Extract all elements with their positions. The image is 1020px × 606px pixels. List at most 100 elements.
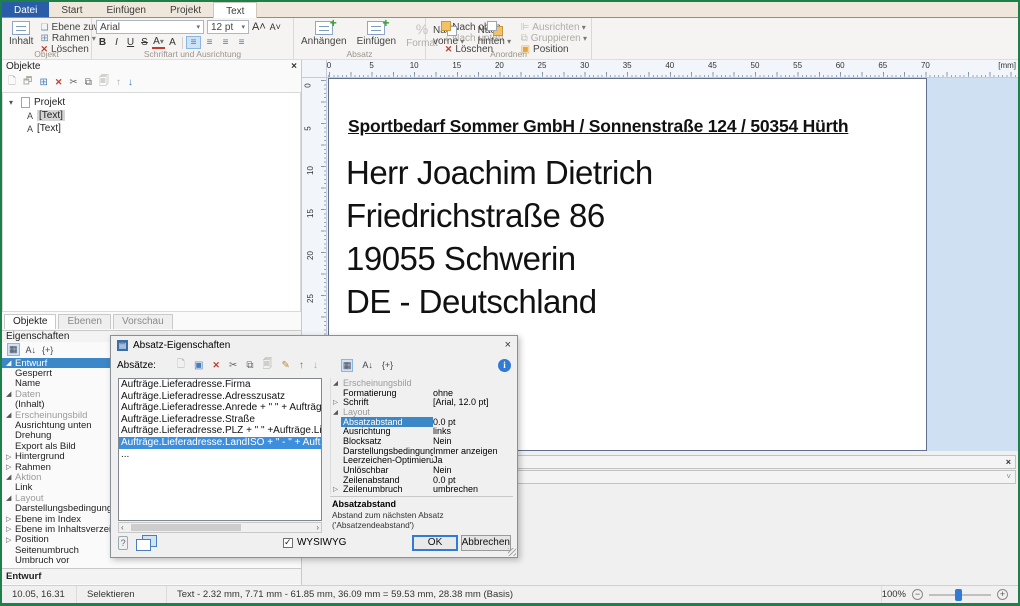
tree-item-text-1[interactable]: A [Text] [9,109,300,122]
close-icon[interactable]: × [505,339,511,351]
cancel-button[interactable]: Abbrechen [461,535,511,551]
dialog-property-row[interactable]: ◢Layout [333,407,513,417]
delete-paragraph-icon[interactable] [212,360,220,371]
format-brush-icon[interactable]: ✎ [282,360,290,371]
gruppieren-button[interactable]: Gruppieren [521,33,587,43]
cut-icon[interactable]: ✂ [229,360,237,371]
scroll-left-icon[interactable]: ‹ [121,523,124,532]
paragraph-list-item[interactable]: Aufträge.Lieferadresse.Straße [119,414,321,426]
einfuegen-absatz-button[interactable]: Einfügen [354,20,399,48]
font-family-combo[interactable]: Arial▾ [96,20,204,34]
paragraph-list-item[interactable]: Aufträge.Lieferadresse.LandISO + " - " +… [119,437,321,449]
dialog-property-row[interactable]: DarstellungsbedingungImmer anzeigen [333,446,513,456]
font-size-combo[interactable]: 12 pt▾ [207,20,249,34]
move-up-icon[interactable]: ↑ [116,77,121,88]
tree-item-text-2[interactable]: A [Text] [9,122,300,135]
caret-down-icon[interactable]: ▾ [9,98,17,107]
chevron-down-icon[interactable]: ˅ [1006,472,1011,481]
help-icon[interactable]: ? [118,536,128,550]
tab-datei[interactable]: Datei [2,2,49,17]
strikethrough-button[interactable]: S [138,36,151,49]
paragraph-list-item[interactable]: Aufträge.Lieferadresse.Firma [119,379,321,391]
paragraph-list-item[interactable]: Aufträge.Lieferadresse.Anrede + " " + Au… [119,402,321,414]
copy-icon[interactable]: ⧉ [85,77,92,88]
dialog-property-row[interactable]: UnlöschbarNein [333,465,513,475]
char-format-button[interactable]: A [166,36,179,49]
dialog-property-row[interactable]: Leerzeichen-OptimierungJa [333,456,513,466]
expand-all-icon[interactable]: {+} [42,345,53,355]
font-color-button[interactable]: A [152,37,165,49]
paste-icon[interactable]: 🗐 [99,74,109,91]
tab-einfuegen[interactable]: Einfügen [94,2,157,17]
horizontal-scrollbar[interactable]: ‹ › [118,522,322,533]
paragraph-list-item[interactable]: Aufträge.Lieferadresse.PLZ + " " +Aufträ… [119,425,321,437]
sort-az-icon[interactable]: A↓ [362,360,373,370]
dialog-property-row[interactable]: ▷Zeilenumbruchumbrechen [333,485,513,494]
align-right-button[interactable]: ≡ [218,36,233,49]
anhaengen-button[interactable]: Anhängen [298,20,350,48]
dialog-property-row[interactable]: BlocksatzNein [333,436,513,446]
tab-ebenen[interactable]: Ebenen [58,314,110,329]
move-up-icon[interactable]: ↑ [299,360,304,371]
expand-all-icon[interactable]: {+} [382,360,393,370]
nach-hinten-button[interactable]: Nach hinten [475,20,517,48]
tab-projekt[interactable]: Projekt [158,2,213,17]
caret-right-icon: ▷ [6,536,15,544]
zoom-in-icon[interactable]: + [997,589,1008,600]
sort-az-icon[interactable]: A↓ [26,345,37,355]
dialog-property-row[interactable]: Zeilenabstand0.0 pt [333,475,513,485]
inhalt-button[interactable]: Inhalt [6,20,36,48]
ok-button[interactable]: OK [412,535,457,551]
scrollbar-thumb[interactable] [131,524,241,531]
tab-vorschau[interactable]: Vorschau [113,314,173,329]
dialog-property-row[interactable]: Formatierungohne [333,388,513,398]
bold-button[interactable]: B [96,36,109,49]
zoom-out-icon[interactable]: − [912,589,923,600]
windows-icon[interactable] [136,535,149,550]
zoom-slider-thumb[interactable] [955,589,962,601]
close-icon[interactable]: × [291,61,297,72]
zoom-slider[interactable] [929,594,991,596]
align-center-button[interactable]: ≡ [202,36,217,49]
close-icon[interactable]: × [1006,457,1011,467]
new-object-icon[interactable]: 🗋 [8,74,16,91]
paragraph-list-item[interactable]: Aufträge.Lieferadresse.Adresszusatz [119,391,321,403]
new-paragraph-icon[interactable]: 🗋 [177,357,185,374]
dialog-titlebar[interactable]: ▤ Absatz-Eigenschaften × [111,336,517,354]
grow-font-button[interactable]: A˄ [252,21,266,34]
ausrichten-button[interactable]: Ausrichten [521,22,587,32]
tab-start[interactable]: Start [49,2,94,17]
delete-object-icon[interactable] [55,77,63,88]
move-down-icon[interactable]: ↓ [128,77,133,88]
duplicate-object-icon[interactable]: 🗗 [23,74,32,91]
wysiwyg-checkbox[interactable]: WYSIWYG [283,537,346,548]
dialog-property-row[interactable]: ▷Schrift[Arial, 12.0 pt] [333,397,513,407]
nach-vorne-button[interactable]: Nach vorne [430,20,471,48]
move-down-icon[interactable]: ↓ [313,360,318,371]
align-left-button[interactable]: ≡ [186,36,201,49]
edit-table-icon[interactable]: ⊞ [39,77,47,88]
dialog-property-row[interactable]: ◢Erscheinungsbild [333,378,513,388]
paragraph-list[interactable]: Aufträge.Lieferadresse.FirmaAufträge.Lie… [118,378,322,521]
sender-line-text[interactable]: Sportbedarf Sommer GmbH / Sonnenstraße 1… [348,116,848,137]
categorized-view-icon[interactable]: ▦ [341,359,354,372]
italic-button[interactable]: I [110,36,123,49]
shrink-font-button[interactable]: A˅ [269,21,282,34]
categorized-view-icon[interactable]: ▦ [7,343,20,356]
address-block-text[interactable]: Herr Joachim DietrichFriedrichstraße 861… [346,151,653,323]
paragraph-list-item[interactable]: ... [119,449,321,461]
cut-icon[interactable]: ✂ [69,77,77,88]
dialog-property-row[interactable]: Absatzabstand0.0 pt [333,417,513,427]
tree-item-projekt[interactable]: ▾ Projekt [9,96,300,109]
copy-icon[interactable]: ⧉ [246,360,253,371]
align-justify-button[interactable]: ≡ [234,36,249,49]
resize-grip-icon[interactable] [508,548,516,556]
dialog-property-row[interactable]: Ausrichtunglinks [333,426,513,436]
tab-text[interactable]: Text [213,2,257,18]
scroll-right-icon[interactable]: › [316,523,319,532]
underline-button[interactable]: U [124,36,137,49]
edit-paragraph-icon[interactable]: ▣ [194,360,203,371]
paste-icon[interactable]: 🗐 [263,357,273,374]
info-icon[interactable]: i [498,359,511,372]
tab-objekte[interactable]: Objekte [4,314,56,329]
